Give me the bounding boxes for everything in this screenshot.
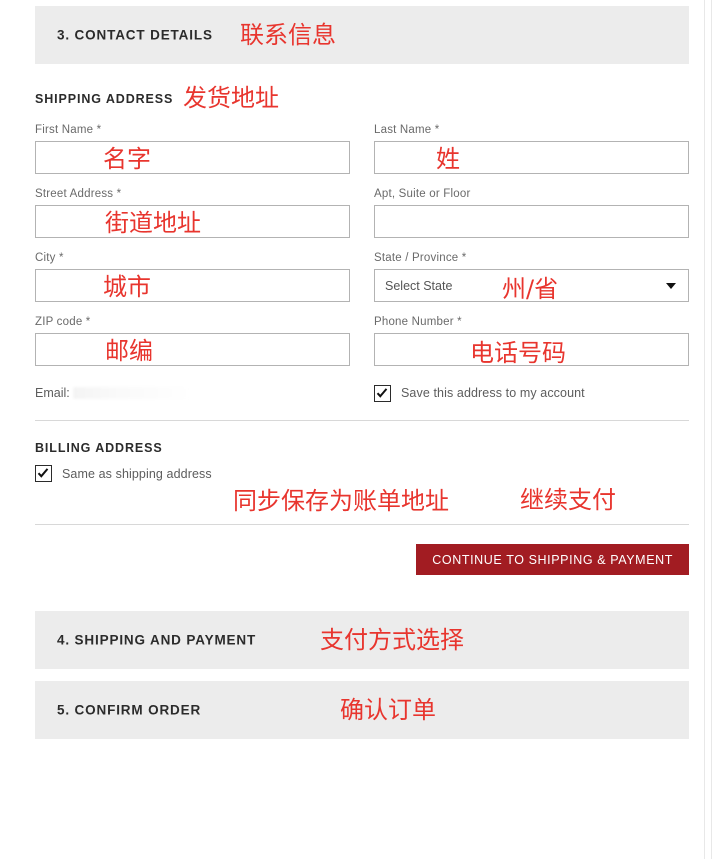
save-address-checkbox[interactable] [374,384,391,402]
page-right-rule-outer [704,0,705,859]
input-last-name[interactable] [374,141,689,174]
continue-to-shipping-payment-button[interactable]: CONTINUE TO SHIPPING & PAYMENT [416,544,689,575]
same-as-shipping-label: Same as shipping address [62,466,212,481]
input-city[interactable] [35,269,350,302]
field-zip-code: ZIP code * 邮编 [35,316,350,366]
label-zip-code: ZIP code * [35,316,91,328]
email-display-row: Email: [35,380,350,406]
select-state-value: Select State [385,278,453,293]
checkout-container: 3. CONTACT DETAILS 联系信息 SHIPPING ADDRESS… [35,0,689,739]
email-value-redacted [72,387,191,399]
email-label: Email: [35,386,70,400]
save-address-row[interactable]: Save this address to my account [374,380,689,406]
page-right-rule-inner [711,0,712,859]
section-header-contact-details[interactable]: 3. CONTACT DETAILS 联系信息 [35,6,689,64]
label-last-name: Last Name * [374,124,440,136]
field-first-name: First Name * 名字 [35,124,350,174]
annotation-shipping-and-payment: 支付方式选择 [320,626,464,654]
field-apt-suite-floor: Apt, Suite or Floor [374,188,689,238]
annotation-continue: 继续支付 [520,486,616,514]
annotation-confirm-order: 确认订单 [340,696,436,724]
input-zip-code[interactable] [35,333,350,366]
checkout-page: 3. CONTACT DETAILS 联系信息 SHIPPING ADDRESS… [0,0,720,859]
label-city: City * [35,252,64,264]
annotation-shipping-address: 发货地址 [183,84,279,112]
billing-address-heading: BILLING ADDRESS [35,441,163,455]
input-first-name[interactable] [35,141,350,174]
shipping-address-heading: SHIPPING ADDRESS [35,92,174,106]
chevron-down-icon [666,282,676,289]
section-title-shipping-and-payment: 4. SHIPPING AND PAYMENT [57,632,257,648]
field-city: City * 城市 [35,252,350,302]
same-as-shipping-row[interactable]: Same as shipping address 同步保存为账单地址 [35,465,689,513]
select-state-province[interactable]: Select State [374,269,689,302]
label-state-province: State / Province * [374,252,467,264]
contact-details-body: SHIPPING ADDRESS 发货地址 First Name * 名字 La… [35,64,689,611]
input-apt-suite-floor[interactable] [374,205,689,238]
field-last-name: Last Name * 姓 [374,124,689,174]
field-state-province: State / Province * Select State 州/省 [374,252,689,302]
label-apt-suite-floor: Apt, Suite or Floor [374,188,471,200]
section-title-confirm-order: 5. CONFIRM ORDER [57,702,202,718]
billing-address-block: BILLING ADDRESS Same as shipping address… [35,441,689,513]
input-street-address[interactable] [35,205,350,238]
continue-button-row: CONTINUE TO SHIPPING & PAYMENT [35,544,689,575]
label-first-name: First Name * [35,124,102,136]
label-phone-number: Phone Number * [374,316,462,328]
field-street-address: Street Address * 街道地址 [35,188,350,238]
shipping-address-heading-row: SHIPPING ADDRESS 发货地址 [35,86,689,112]
section-title-contact-details: 3. CONTACT DETAILS [57,27,213,43]
section-header-shipping-and-payment[interactable]: 4. SHIPPING AND PAYMENT 支付方式选择 [35,611,689,669]
annotation-contact-details: 联系信息 [240,21,336,49]
section-header-confirm-order[interactable]: 5. CONFIRM ORDER 确认订单 [35,681,689,739]
shipping-address-form: First Name * 名字 Last Name * 姓 Street Add… [35,124,689,406]
save-address-label: Save this address to my account [401,386,585,400]
input-phone-number[interactable] [374,333,689,366]
same-as-shipping-checkbox[interactable] [35,465,52,482]
field-phone-number: Phone Number * 电话号码 [374,316,689,366]
label-street-address: Street Address * [35,188,122,200]
